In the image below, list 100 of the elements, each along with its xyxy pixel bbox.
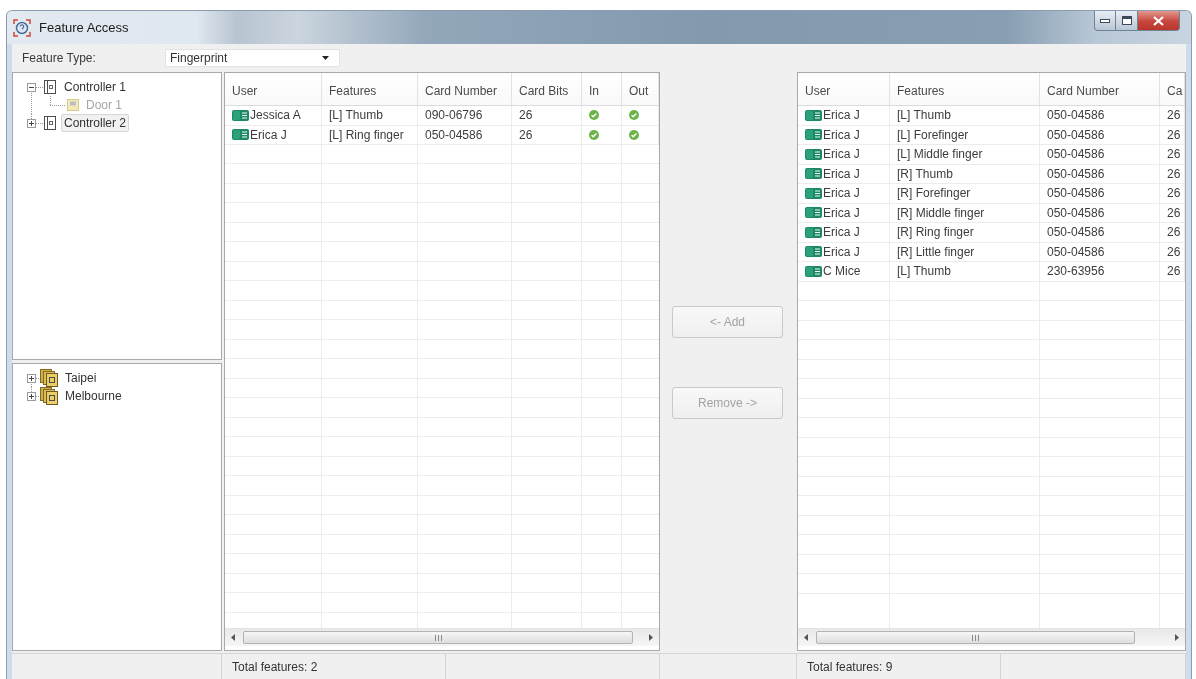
table-cell: 26 [1167, 108, 1181, 123]
minimize-icon [1100, 18, 1110, 23]
table-cell: 26 [1167, 127, 1181, 142]
collapse-icon[interactable] [27, 82, 36, 92]
column-header[interactable]: Ca [1160, 73, 1185, 105]
scroll-left-icon[interactable] [231, 634, 235, 641]
user-name: Erica J [250, 127, 287, 142]
table-cell: 050-04586 [1047, 186, 1105, 201]
cabinet-icon [43, 80, 57, 94]
grip-icon [972, 634, 979, 641]
table-cell: [R] Little finger [897, 244, 975, 259]
table-cell: 26 [519, 108, 533, 123]
id-card-icon [805, 109, 822, 121]
table-cell: 050-04586 [1047, 127, 1105, 142]
table-cell: [L] Thumb [897, 264, 951, 279]
scroll-left-icon[interactable] [804, 634, 808, 641]
table-cell: 26 [1167, 205, 1181, 220]
user-name: Erica J [823, 147, 860, 162]
tree-item[interactable]: Controller 2 [61, 114, 130, 132]
window-title: Feature Access [39, 20, 129, 35]
column-header[interactable]: Features [322, 73, 418, 105]
horizontal-scrollbar[interactable] [798, 628, 1185, 646]
table-cell: 050-04586 [1047, 244, 1105, 259]
maximize-icon [1121, 16, 1132, 25]
status-text: Total features: 9 [807, 660, 893, 674]
table-cell: 050-04586 [425, 127, 483, 142]
scroll-right-icon[interactable] [649, 634, 653, 641]
table-cell: [R] Middle finger [897, 205, 985, 220]
table-cell: [L] Forefinger [897, 127, 969, 142]
cabinet-icon [43, 116, 57, 130]
table-cell: 050-04586 [1047, 205, 1105, 220]
column-header[interactable]: In [582, 73, 622, 105]
table-cell: 26 [1167, 147, 1181, 162]
user-name: Erica J [823, 225, 860, 240]
table-cell: 230-63956 [1047, 264, 1105, 279]
table-cell: 26 [1167, 244, 1181, 259]
table-cell: 050-04586 [1047, 166, 1105, 181]
table-cell: [R] Forefinger [897, 186, 971, 201]
id-card-icon [805, 148, 822, 160]
column-header[interactable]: Features [890, 73, 1040, 105]
id-card-icon [805, 187, 822, 199]
stacked-folders-icon [40, 369, 58, 387]
user-name: Jessica A [250, 108, 301, 123]
feature-type-dropdown[interactable]: Fingerprint [165, 49, 340, 67]
user-name: Erica J [823, 108, 860, 123]
table-cell: 26 [1167, 264, 1181, 279]
horizontal-scrollbar[interactable] [225, 628, 659, 646]
table-cell: [L] Ring finger [329, 127, 404, 142]
id-card-icon [232, 109, 249, 121]
tile-icon [67, 99, 79, 111]
close-icon [1153, 15, 1164, 26]
tree-item[interactable]: Taipei [62, 369, 100, 387]
column-header[interactable]: Out [622, 73, 659, 105]
close-button[interactable] [1138, 11, 1180, 31]
stacked-folders-icon [40, 387, 58, 405]
id-card-icon [805, 226, 822, 238]
user-name: C Mice [823, 264, 861, 279]
table-cell: 26 [1167, 186, 1181, 201]
table-cell: [R] Thumb [897, 166, 953, 181]
table-cell: 090-06796 [425, 108, 483, 123]
dropdown-caret-icon [322, 56, 329, 60]
expand-icon[interactable] [27, 391, 36, 401]
user-name: Erica J [823, 205, 860, 220]
user-name: Erica J [823, 166, 860, 181]
table-cell: 050-04586 [1047, 108, 1105, 123]
tree-item[interactable]: Controller 1 [61, 78, 130, 96]
scrollbar-thumb[interactable] [243, 631, 633, 644]
column-header[interactable]: Card Number [1040, 73, 1160, 105]
maximize-button[interactable] [1116, 11, 1138, 31]
id-card-icon [805, 129, 822, 141]
expand-icon[interactable] [27, 118, 36, 128]
status-text: Total features: 2 [232, 660, 318, 674]
column-header[interactable]: User [798, 73, 890, 105]
expand-icon[interactable] [27, 373, 36, 383]
id-card-icon [805, 246, 822, 258]
column-header[interactable]: Card Number [418, 73, 512, 105]
id-card-icon [232, 129, 249, 141]
id-card-icon [805, 265, 822, 277]
table-cell: 26 [1167, 166, 1181, 181]
user-name: Erica J [823, 127, 860, 142]
table-cell: 050-04586 [1047, 225, 1105, 240]
id-card-icon [805, 207, 822, 219]
user-name: Erica J [823, 244, 860, 259]
scrollbar-thumb[interactable] [816, 631, 1135, 644]
app-icon [13, 18, 31, 37]
column-header[interactable]: Card Bits [512, 73, 582, 105]
scroll-right-icon[interactable] [1175, 634, 1179, 641]
column-header[interactable]: User [225, 73, 322, 105]
table-cell: [L] Thumb [329, 108, 383, 123]
table-cell: [L] Middle finger [897, 147, 983, 162]
field-label: Feature Type: [22, 51, 97, 65]
table-cell: [R] Ring finger [897, 225, 974, 240]
user-name: Erica J [823, 186, 860, 201]
id-card-icon [805, 168, 822, 180]
table-cell: 26 [1167, 225, 1181, 240]
table-cell: 050-04586 [1047, 147, 1105, 162]
grip-icon [434, 634, 442, 641]
tree-item[interactable]: Melbourne [62, 387, 125, 405]
table-cell: 26 [519, 127, 533, 142]
minimize-button[interactable] [1094, 11, 1116, 31]
